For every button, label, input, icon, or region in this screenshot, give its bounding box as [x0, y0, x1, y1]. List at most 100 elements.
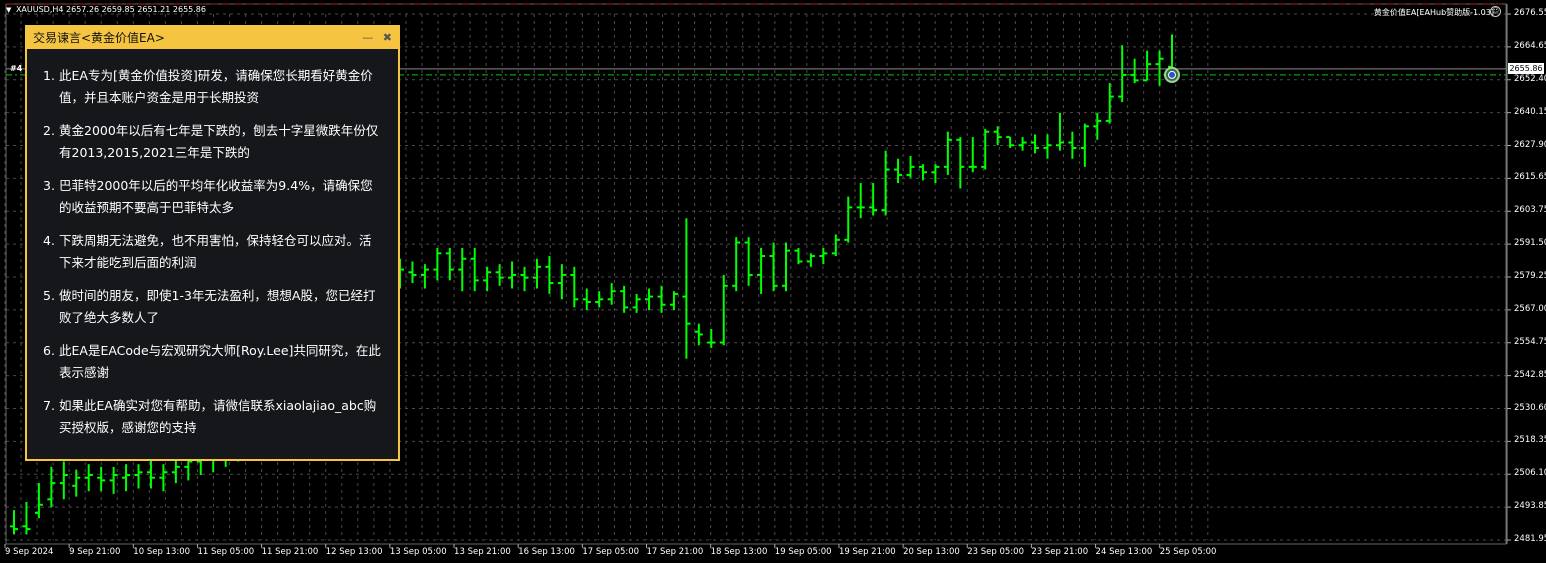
order-marker-icon: [1164, 66, 1180, 83]
ohlc-bar: [906, 156, 915, 178]
x-tick-label: 9 Sep 2024: [5, 547, 54, 557]
advice-item: 6. 此EA是EACode与宏观研究大师[Roy.Lee]共同研究，在此表示感谢: [43, 340, 382, 384]
ohlc-bar: [819, 247, 828, 265]
ohlc-bar: [993, 126, 1002, 146]
x-tick-label: 17 Sep 21:00: [646, 547, 704, 557]
advice-text: 黄金2000年以后有七年是下跌的，刨去十字星微跌年份仅有2013,2015,20…: [59, 123, 379, 160]
x-tick-label: 20 Sep 13:00: [903, 547, 960, 557]
ohlc-bar: [134, 464, 143, 489]
ohlc-bar: [483, 266, 492, 292]
ohlc-bar: [669, 291, 678, 311]
ohlc-bar: [34, 483, 43, 519]
ohlc-bar: [458, 247, 467, 292]
advice-number: 4.: [43, 233, 55, 248]
ea-name-label: 黄金价值EA[EAHub赞助版-1.03]: [1373, 8, 1494, 17]
ohlc-bar: [1080, 123, 1089, 167]
ohlc-bar: [470, 247, 479, 292]
ohlc-bar: [159, 464, 168, 492]
ohlc-bar: [520, 266, 529, 292]
ohlc-bar: [408, 261, 417, 284]
x-tick-label: 19 Sep 05:00: [774, 547, 832, 557]
ohlc-bar: [1105, 83, 1114, 124]
x-tick-label: 11 Sep 21:00: [261, 547, 319, 557]
dropdown-triangle-icon[interactable]: ▼: [6, 6, 11, 14]
ohlc-bar: [694, 323, 703, 346]
y-tick-label: 2579.25: [1514, 271, 1546, 281]
panel-title: 交易谏言<黄金价值EA>: [33, 31, 165, 45]
ohlc-bar: [557, 264, 566, 300]
advice-item: 1. 此EA专为[黄金价值投资]研发，请确保您长期看好黄金价值，并且本账户资金是用…: [43, 65, 382, 109]
y-tick-label: 2664.65: [1514, 40, 1546, 51]
ohlc-bar: [1031, 134, 1040, 154]
ohlc-bar: [1155, 50, 1164, 86]
ohlc-bar: [146, 458, 155, 489]
ohlc-bar: [782, 242, 790, 292]
y-tick-label: 2640.15: [1514, 106, 1546, 117]
y-tick-label: 2603.75: [1514, 205, 1546, 216]
ohlc-bar: [582, 288, 591, 311]
y-tick-label: 2506.10: [1514, 468, 1546, 479]
ohlc-bar: [943, 131, 952, 175]
ohlc-bar: [1018, 137, 1027, 151]
order-tag: #4: [10, 64, 23, 73]
x-tick-label: 23 Sep 05:00: [967, 547, 1024, 557]
advice-number: 7.: [43, 398, 55, 413]
minimize-icon[interactable]: —: [362, 31, 373, 44]
x-tick-label: 25 Sep 05:00: [1159, 547, 1217, 557]
ohlc-bar: [1143, 50, 1152, 82]
ohlc-bar: [856, 183, 865, 219]
y-tick-label: 2518.35: [1514, 435, 1546, 446]
ohlc-bar: [1130, 58, 1139, 84]
x-tick-label: 12 Sep 13:00: [325, 547, 383, 557]
advice-number: 5.: [43, 288, 55, 303]
ohlc-bar: [894, 158, 903, 184]
y-tick-label: 2481.95: [1514, 534, 1546, 544]
x-tick-label: 13 Sep 21:00: [454, 547, 511, 557]
close-icon[interactable]: ✖: [383, 31, 392, 44]
advice-text: 如果此EA确实对您有帮助，请微信联系xiaolajiao_abc购买授权版，感谢…: [59, 398, 377, 435]
x-tick-label: 18 Sep 13:00: [710, 547, 768, 557]
ohlc-bar: [968, 137, 977, 173]
ohlc-bar: [956, 137, 965, 189]
ohlc-bar: [620, 285, 629, 313]
y-tick-label: 2530.60: [1514, 402, 1546, 413]
ohlc-bar: [433, 247, 442, 281]
ohlc-bar: [707, 329, 716, 348]
y-tick-label: 2676.55: [1514, 8, 1546, 18]
x-tick-label: 19 Sep 21:00: [838, 547, 896, 557]
panel-title-bar[interactable]: 交易谏言<黄金价值EA> — ✖: [27, 27, 398, 49]
advice-panel[interactable]: 交易谏言<黄金价值EA> — ✖ 1. 此EA专为[黄金价值投资]研发，请确保您长…: [25, 25, 400, 461]
ohlc-bar: [682, 218, 691, 359]
ohlc-bar: [97, 466, 106, 492]
advice-item: 2. 黄金2000年以后有七年是下跌的，刨去十字星微跌年份仅有2013,2015,…: [43, 120, 382, 164]
ohlc-bar: [1055, 112, 1064, 151]
ohlc-bar: [794, 247, 803, 265]
x-tick-label: 11 Sep 05:00: [197, 547, 255, 557]
symbol-info: XAUUSD,H4 2657.26 2659.85 2651.21 2655.8…: [15, 5, 206, 14]
ohlc-bar: [744, 237, 753, 286]
ohlc-bar: [657, 285, 666, 313]
y-tick-label: 2652.40: [1514, 73, 1546, 84]
ohlc-bar: [732, 237, 741, 292]
ohlc-bar: [931, 164, 940, 184]
advice-item: 5. 做时间的朋友，即使1-3年无法盈利，想想A股，您已经打败了绝大多数人了: [43, 285, 382, 329]
ohlc-bar: [869, 183, 878, 216]
x-tick-label: 17 Sep 05:00: [582, 547, 640, 557]
ohlc-bar: [1093, 112, 1102, 140]
advice-text: 巴菲特2000年以后的平均年化收益率为9.4%，请确保您的收益预期不要高于巴菲特…: [59, 178, 373, 215]
ohlc-bar: [10, 510, 18, 535]
advice-number: 1.: [43, 68, 55, 83]
y-tick-label: 2542.85: [1514, 369, 1546, 380]
advice-text: 做时间的朋友，即使1-3年无法盈利，想想A股，您已经打败了绝大多数人了: [59, 288, 376, 325]
advice-text: 下跌周期无法避免，也不用害怕，保持轻仓可以应对。活下来才能吃到后面的利润: [59, 233, 372, 270]
advice-text: 此EA是EACode与宏观研究大师[Roy.Lee]共同研究，在此表示感谢: [59, 343, 381, 380]
ohlc-bar: [122, 464, 131, 492]
x-tick-label: 13 Sep 05:00: [389, 547, 447, 557]
ohlc-bar: [1043, 134, 1052, 159]
x-tick-label: 9 Sep 21:00: [69, 547, 121, 557]
y-tick-label: 2493.85: [1514, 501, 1546, 512]
ohlc-bar: [881, 150, 890, 216]
ohlc-bar: [47, 466, 56, 508]
y-tick-label: 2627.90: [1514, 139, 1546, 150]
ohlc-bar: [84, 464, 93, 492]
